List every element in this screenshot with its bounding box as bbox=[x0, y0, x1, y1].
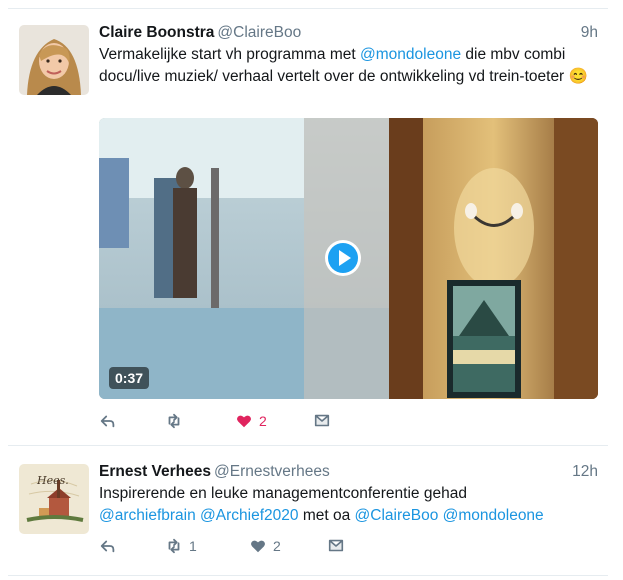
retweet-button[interactable] bbox=[165, 411, 189, 431]
avatar-signature: Hees. bbox=[36, 474, 69, 487]
message-button[interactable] bbox=[327, 536, 345, 556]
retweet-icon bbox=[168, 413, 180, 429]
message-icon bbox=[314, 414, 330, 427]
mention-link[interactable]: @Archief2020 bbox=[200, 507, 298, 524]
mention-link[interactable]: @archiefbrain bbox=[99, 507, 196, 524]
like-count: 2 bbox=[273, 538, 281, 554]
retweet-icon bbox=[168, 538, 180, 554]
tweet-ernest: Hees. Ernest Verhees @Ernestverhees 12h I… bbox=[0, 446, 623, 580]
user-handle[interactable]: @Ernestverhees bbox=[214, 463, 330, 480]
like-button[interactable]: 2 bbox=[249, 536, 281, 556]
reply-button[interactable] bbox=[99, 536, 123, 556]
avatar-claire[interactable] bbox=[19, 25, 89, 95]
video-player[interactable]: 0:37 bbox=[99, 118, 598, 399]
message-icon bbox=[328, 539, 344, 552]
tweet-header: Claire Boonstra @ClaireBoo 9h bbox=[99, 22, 598, 44]
retweet-count: 1 bbox=[189, 538, 197, 554]
bottom-divider bbox=[8, 575, 608, 576]
display-name[interactable]: Claire Boonstra bbox=[99, 24, 214, 41]
mention-link[interactable]: @mondoleone bbox=[443, 507, 544, 524]
tweet-header: Ernest Verhees @Ernestverhees 12h bbox=[99, 461, 598, 483]
user-handle[interactable]: @ClaireBoo bbox=[217, 24, 301, 41]
reply-button[interactable] bbox=[99, 411, 123, 431]
like-button[interactable]: 2 bbox=[235, 411, 267, 431]
message-button[interactable] bbox=[313, 411, 331, 431]
tweet-text: Vermakelijke start vh programma met @mon… bbox=[99, 46, 588, 85]
heart-icon bbox=[251, 540, 265, 553]
tweet-claire: Claire Boonstra @ClaireBoo 9h Vermakelijk… bbox=[0, 0, 623, 445]
smile-emoji: 😊 bbox=[568, 68, 588, 85]
play-button[interactable] bbox=[324, 239, 362, 277]
avatar-ernest[interactable]: Hees. bbox=[19, 464, 89, 534]
mention-link[interactable]: @ClaireBoo bbox=[355, 507, 439, 524]
like-count: 2 bbox=[259, 413, 267, 429]
retweet-button[interactable]: 1 bbox=[165, 536, 197, 556]
play-icon bbox=[325, 240, 361, 276]
video-duration: 0:37 bbox=[109, 367, 150, 389]
timestamp[interactable]: 9h bbox=[581, 22, 598, 44]
mention-link[interactable]: @mondoleone bbox=[360, 46, 461, 63]
reply-icon bbox=[100, 415, 115, 428]
reply-icon bbox=[100, 540, 115, 553]
timestamp[interactable]: 12h bbox=[572, 461, 598, 483]
tweet-text: Inspirerende en leuke managementconferen… bbox=[99, 485, 544, 524]
heart-icon bbox=[237, 415, 251, 428]
display-name[interactable]: Ernest Verhees bbox=[99, 463, 211, 480]
